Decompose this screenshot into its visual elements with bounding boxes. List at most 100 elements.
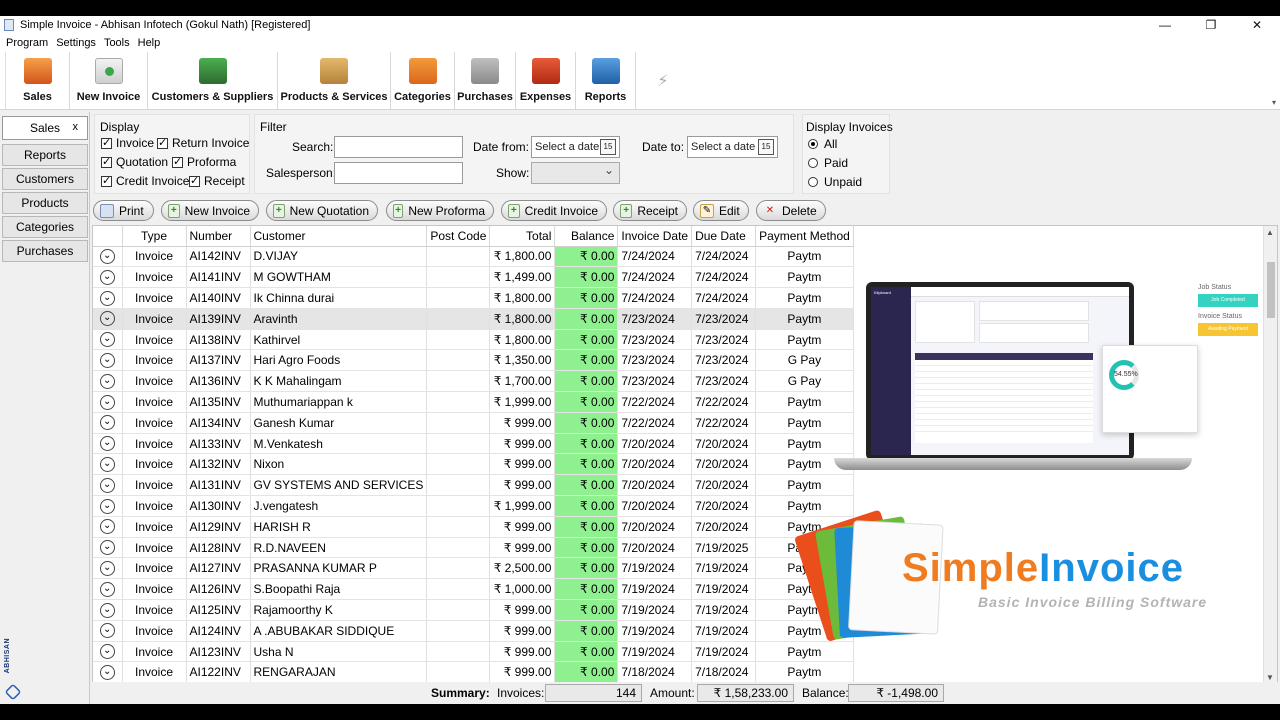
nav-tab-sales[interactable]: Sales x — [2, 116, 88, 140]
column-header[interactable]: Due Date — [691, 226, 757, 247]
checkbox-quotation[interactable]: Quotation — [101, 155, 168, 169]
expand-chevron-icon[interactable]: ⌄ — [99, 436, 115, 452]
plugin-icon[interactable]: ⚡ — [648, 52, 678, 109]
expand-chevron-icon[interactable]: ⌄ — [99, 394, 115, 410]
toolbar-products-button[interactable]: Products & Services — [278, 52, 391, 109]
salesperson-input[interactable] — [334, 162, 463, 184]
checkbox-return-invoice[interactable]: Return Invoice — [157, 136, 249, 150]
receipt-button[interactable]: + Receipt — [613, 200, 687, 221]
expand-chevron-icon[interactable]: ⌄ — [99, 353, 115, 369]
column-header[interactable]: Post Code — [426, 226, 491, 247]
nav-tab-customers[interactable]: Customers — [2, 168, 88, 190]
toolbar-customers-button[interactable]: Customers & Suppliers — [148, 52, 278, 109]
expand-chevron-icon[interactable]: ⌄ — [99, 623, 115, 639]
table-row[interactable]: ⌄ Invoice AI125INV Rajamoorthy K ₹ 999.00 ₹ 0… — [93, 599, 854, 621]
date-to-picker[interactable]: Select a date 15 — [687, 136, 778, 158]
expand-chevron-icon[interactable]: ⌄ — [99, 561, 115, 577]
table-row[interactable]: ⌄ Invoice AI129INV HARISH R ₹ 999.00 ₹ 0.00 7/… — [93, 516, 854, 538]
date-from-picker[interactable]: Select a date 15 — [531, 136, 620, 158]
expand-chevron-icon[interactable]: ⌄ — [99, 269, 115, 285]
table-row[interactable]: ⌄ Invoice AI135INV Muthumariappan k ₹ 1,999.… — [93, 391, 854, 413]
new-proforma-button[interactable]: + New Proforma — [386, 200, 494, 221]
table-row[interactable]: ⌄ Invoice AI140INV Ik Chinna durai ₹ 1,800.0… — [93, 287, 854, 309]
table-row[interactable]: ⌄ Invoice AI124INV A .ABUBAKAR SIDDIQUE ₹ 9… — [93, 620, 854, 642]
new-invoice-button[interactable]: + New Invoice — [161, 200, 259, 221]
nav-tab-purchases[interactable]: Purchases — [2, 240, 88, 262]
table-row[interactable]: ⌄ Invoice AI134INV Ganesh Kumar ₹ 999.00 ₹ 0.… — [93, 412, 854, 434]
table-row[interactable]: ⌄ Invoice AI133INV M.Venkatesh ₹ 999.00 ₹ 0.0… — [93, 433, 854, 455]
toolbar-categories-button[interactable]: Categories — [391, 52, 455, 109]
nav-tab-products[interactable]: Products — [2, 192, 88, 214]
menu-settings[interactable]: Settings — [52, 37, 100, 49]
table-row[interactable]: ⌄ Invoice AI131INV GV SYSTEMS AND SERVICES ₹… — [93, 474, 854, 497]
close-window-button[interactable]: ✕ — [1234, 16, 1280, 34]
column-header[interactable]: Invoice Date — [617, 226, 693, 247]
expand-chevron-icon[interactable]: ⌄ — [99, 602, 115, 618]
checkbox-proforma[interactable]: Proforma — [172, 155, 236, 169]
edit-button[interactable]: ✎ Edit — [693, 200, 749, 221]
ribbon-collapse-icon[interactable]: ▾ — [1272, 98, 1276, 107]
column-header[interactable]: Number — [186, 226, 251, 247]
nav-tab-categories[interactable]: Categories — [2, 216, 88, 238]
menu-tools[interactable]: Tools — [100, 37, 134, 49]
minimize-button[interactable]: — — [1142, 16, 1188, 34]
table-row[interactable]: ⌄ Invoice AI123INV Usha N ₹ 999.00 ₹ 0.00 7/19… — [93, 641, 854, 663]
table-row[interactable]: ⌄ Invoice AI122INV RENGARAJAN ₹ 999.00 ₹ 0.00… — [93, 661, 854, 682]
show-dropdown[interactable] — [531, 162, 620, 184]
column-header[interactable]: Type — [122, 226, 187, 247]
radio-unpaid[interactable]: Unpaid — [808, 175, 862, 189]
menu-program[interactable]: Program — [2, 37, 52, 49]
calendar-icon[interactable]: 15 — [758, 139, 774, 155]
radio-paid[interactable]: Paid — [808, 156, 848, 170]
vertical-scrollbar[interactable]: ▲ ▼ — [1263, 226, 1277, 682]
column-header[interactable]: Balance — [554, 226, 619, 247]
table-row[interactable]: ⌄ Invoice AI127INV PRASANNA KUMAR P ₹ 2,500.… — [93, 557, 854, 580]
search-input[interactable] — [334, 136, 463, 158]
expand-chevron-icon[interactable]: ⌄ — [99, 415, 115, 431]
expand-chevron-icon[interactable]: ⌄ — [99, 373, 115, 389]
scroll-down-icon[interactable]: ▼ — [1266, 673, 1274, 682]
scroll-thumb[interactable] — [1267, 262, 1275, 318]
expand-chevron-icon[interactable]: ⌄ — [99, 457, 115, 473]
toolbar-sales-button[interactable]: Sales — [6, 52, 70, 109]
table-row[interactable]: ⌄ Invoice AI136INV K K Mahalingam ₹ 1,700.00… — [93, 370, 854, 393]
expand-chevron-icon[interactable]: ⌄ — [99, 332, 115, 348]
expand-chevron-icon[interactable]: ⌄ — [99, 540, 115, 556]
toolbar-reports-button[interactable]: Reports — [576, 52, 636, 109]
radio-all[interactable]: All — [808, 137, 837, 151]
calendar-icon[interactable]: 15 — [600, 139, 616, 155]
expand-chevron-icon[interactable]: ⌄ — [99, 498, 115, 514]
column-header[interactable] — [93, 226, 123, 247]
column-header[interactable]: Total — [489, 226, 556, 247]
expand-chevron-icon[interactable]: ⌄ — [99, 519, 115, 535]
delete-button[interactable]: ✕ Delete — [756, 200, 826, 221]
table-row[interactable]: ⌄ Invoice AI137INV Hari Agro Foods ₹ 1,350.0… — [93, 349, 854, 372]
credit-invoice-button[interactable]: + Credit Invoice — [501, 200, 607, 221]
table-row[interactable]: ⌄ Invoice AI139INV Aravinth ₹ 1,800.00 ₹ 0.00… — [93, 308, 854, 330]
nav-tab-reports[interactable]: Reports — [2, 144, 88, 166]
new-quotation-button[interactable]: + New Quotation — [266, 200, 378, 221]
expand-chevron-icon[interactable]: ⌄ — [99, 581, 115, 597]
table-row[interactable]: ⌄ Invoice AI130INV J.vengatesh ₹ 1,999.00 ₹ 0… — [93, 495, 854, 517]
table-row[interactable]: ⌄ Invoice AI138INV Kathirvel ₹ 1,800.00 ₹ 0.0… — [93, 329, 854, 351]
toolbar-expenses-button[interactable]: Expenses — [516, 52, 576, 109]
expand-chevron-icon[interactable]: ⌄ — [99, 644, 115, 660]
toolbar-purchases-button[interactable]: Purchases — [455, 52, 516, 109]
expand-chevron-icon[interactable]: ⌄ — [99, 311, 115, 327]
toolbar-new-invoice-button[interactable]: New Invoice — [70, 52, 148, 109]
table-row[interactable]: ⌄ Invoice AI141INV M GOWTHAM ₹ 1,499.00 ₹ 0.0… — [93, 266, 854, 289]
table-row[interactable]: ⌄ Invoice AI126INV S.Boopathi Raja ₹ 1,000.0… — [93, 578, 854, 601]
table-row[interactable]: ⌄ Invoice AI132INV Nixon ₹ 999.00 ₹ 0.00 7/20/… — [93, 453, 854, 476]
table-row[interactable]: ⌄ Invoice AI142INV D.VIJAY ₹ 1,800.00 ₹ 0.00 7… — [93, 246, 854, 268]
checkbox-invoice[interactable]: Invoice — [101, 136, 154, 150]
expand-chevron-icon[interactable]: ⌄ — [99, 477, 115, 493]
menu-help[interactable]: Help — [134, 37, 165, 49]
scroll-up-icon[interactable]: ▲ — [1266, 228, 1274, 237]
maximize-button[interactable]: ❐ — [1188, 16, 1234, 34]
column-header[interactable]: Payment Method — [755, 226, 854, 247]
checkbox-credit-invoice[interactable]: Credit Invoice — [101, 174, 189, 188]
close-tab-icon[interactable]: x — [73, 121, 79, 133]
checkbox-receipt[interactable]: Receipt — [189, 174, 245, 188]
table-row[interactable]: ⌄ Invoice AI128INV R.D.NAVEEN ₹ 999.00 ₹ 0.00… — [93, 537, 854, 559]
expand-chevron-icon[interactable]: ⌄ — [99, 665, 115, 680]
